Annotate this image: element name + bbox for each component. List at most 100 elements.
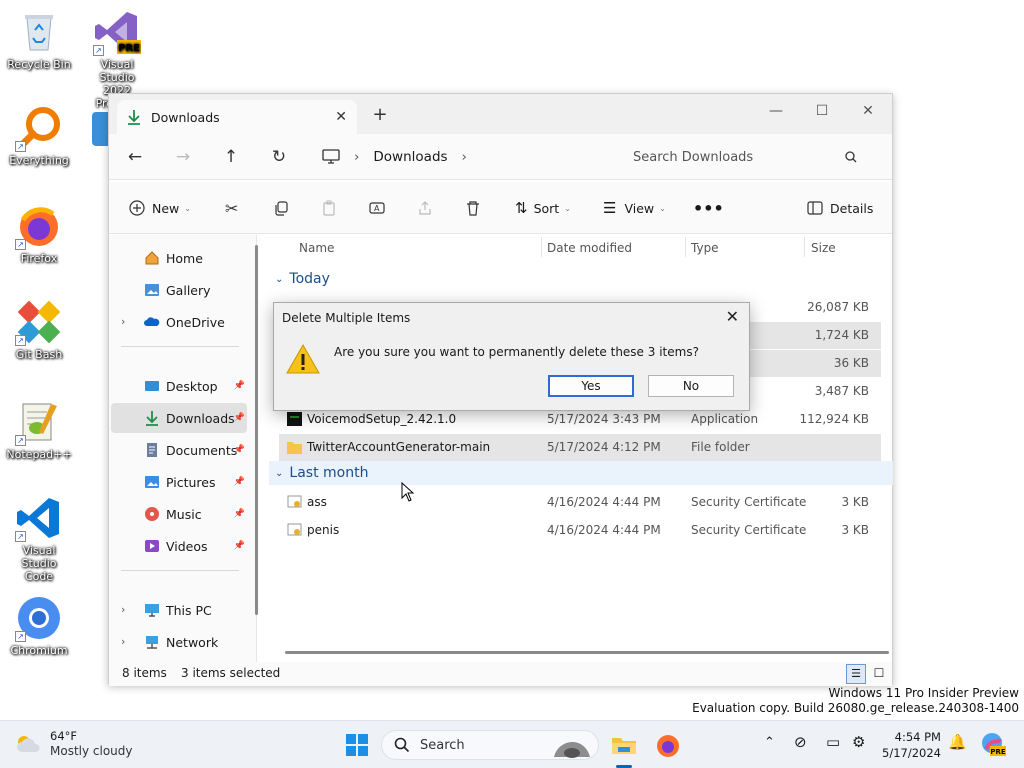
details-view-button[interactable]: ☰ xyxy=(846,664,866,684)
sidebar-item-label: Home xyxy=(166,250,203,266)
desktop-icon-vscode[interactable]: ↗ Visual Studio Code xyxy=(6,494,72,583)
tab-downloads[interactable]: Downloads ✕ xyxy=(117,100,357,134)
tiles-view-button[interactable]: ☐ xyxy=(869,664,889,684)
paste-button[interactable] xyxy=(321,194,344,222)
copilot-preview-button[interactable]: PRE xyxy=(980,731,1006,757)
sidebar-item-network[interactable]: Network xyxy=(111,627,247,657)
taskbar-search[interactable]: Search xyxy=(381,730,599,760)
no-label: No xyxy=(682,379,700,393)
show-hidden-icons-chevron-icon[interactable]: ⌃ xyxy=(764,735,775,750)
sidebar-item-music[interactable]: Music 📌 xyxy=(111,499,247,529)
details-pane-button[interactable]: Details xyxy=(807,194,873,222)
breadcrumb-chevron-icon[interactable]: › xyxy=(462,149,467,165)
sidebar-item-home[interactable]: Home xyxy=(111,243,247,273)
item-count: 8 items xyxy=(122,666,167,680)
maximize-button[interactable]: ☐ xyxy=(799,96,845,126)
address-bar[interactable]: › Downloads › xyxy=(314,141,606,173)
this-pc-icon xyxy=(322,149,340,164)
table-row[interactable]: ass 4/16/2024 4:44 PM Security Certifica… xyxy=(279,489,881,516)
cut-button[interactable]: ✂ xyxy=(225,194,238,222)
windows-watermark: Windows 11 Pro Insider Preview Evaluatio… xyxy=(692,686,1019,716)
collapse-chevron-icon: ⌄ xyxy=(275,273,284,285)
copy-button[interactable] xyxy=(273,194,296,222)
taskbar-firefox[interactable] xyxy=(652,729,684,761)
column-header-name[interactable]: Name xyxy=(299,241,334,255)
column-header-type[interactable]: Type xyxy=(691,241,719,255)
partial-desktop-icon xyxy=(92,112,108,146)
notifications-bell-icon[interactable]: 🔔 xyxy=(948,733,967,751)
close-window-button[interactable]: ✕ xyxy=(845,96,891,126)
file-name: TwitterAccountGenerator-main xyxy=(307,440,491,454)
table-row[interactable]: TwitterAccountGenerator-main 5/17/2024 4… xyxy=(279,434,881,461)
group-header-today[interactable]: ⌄ Today xyxy=(275,271,330,287)
breadcrumb[interactable]: Downloads xyxy=(373,149,447,165)
desktop-icon-notepad-plus-plus[interactable]: ↗ Notepad++ xyxy=(6,398,72,461)
start-button[interactable] xyxy=(341,729,373,761)
network-offline-icon[interactable]: ⊘ xyxy=(794,733,807,751)
rename-button[interactable]: A xyxy=(369,194,392,222)
weather-description: Mostly cloudy xyxy=(50,744,133,758)
weather-widget[interactable]: 64°F Mostly cloudy xyxy=(14,729,133,759)
desktop-icon-label: Everything xyxy=(9,154,69,167)
search-box[interactable]: Search Downloads xyxy=(617,141,877,173)
mouse-cursor-icon xyxy=(401,482,415,502)
table-row[interactable]: penis 4/16/2024 4:44 PM Security Certifi… xyxy=(279,517,881,544)
desktop-icon-chromium[interactable]: ↗ Chromium xyxy=(6,594,72,657)
desktop-icon-recycle-bin[interactable]: Recycle Bin xyxy=(6,8,72,71)
notepad-plus-plus-icon: ↗ xyxy=(15,398,63,446)
file-list: Name Date modified Type Size ⌄ Today 26,… xyxy=(269,235,893,662)
minimize-button[interactable]: — xyxy=(753,96,799,126)
sort-button[interactable]: ⇅ Sort ⌄ xyxy=(515,194,571,222)
horizontal-scrollbar[interactable] xyxy=(285,651,889,654)
sidebar-item-videos[interactable]: Videos 📌 xyxy=(111,531,247,561)
display-icon[interactable]: ▭ xyxy=(826,733,840,751)
desktop-icon-git-bash[interactable]: ↗ Git Bash xyxy=(6,298,72,361)
group-label: Today xyxy=(289,271,330,287)
back-button[interactable]: ← xyxy=(119,142,151,172)
pin-icon: 📌 xyxy=(233,477,245,487)
file-size: 36 KB xyxy=(833,356,869,370)
sidebar-item-onedrive[interactable]: OneDrive xyxy=(111,307,247,337)
column-divider[interactable] xyxy=(804,237,805,257)
more-options-button[interactable]: ••• xyxy=(693,194,724,222)
chromium-icon: ↗ xyxy=(15,594,63,642)
network-icon xyxy=(146,636,158,649)
column-divider[interactable] xyxy=(685,237,686,257)
firefox-icon: ↗ xyxy=(15,202,63,250)
desktop-icon-everything[interactable]: ↗ Everything xyxy=(6,104,72,167)
details-label: Details xyxy=(830,200,874,216)
yes-button[interactable]: Yes xyxy=(548,375,634,397)
search-input[interactable]: Search Downloads xyxy=(633,150,845,165)
file-date: 5/17/2024 4:12 PM xyxy=(547,440,661,454)
new-tab-button[interactable]: + xyxy=(367,102,393,128)
column-header-size[interactable]: Size xyxy=(811,241,836,255)
desktop-icon-firefox[interactable]: ↗ Firefox xyxy=(6,202,72,265)
sidebar-item-documents[interactable]: Documents 📌 xyxy=(111,435,247,465)
sidebar-item-downloads[interactable]: Downloads 📌 xyxy=(111,403,247,433)
dialog-close-button[interactable]: ✕ xyxy=(726,307,739,326)
delete-confirmation-dialog: Delete Multiple Items ✕ Are you sure you… xyxy=(273,302,750,411)
taskbar-file-explorer[interactable] xyxy=(608,729,640,768)
up-button[interactable]: ↑ xyxy=(215,142,247,172)
sidebar-item-desktop[interactable]: Desktop 📌 xyxy=(111,371,247,401)
file-name: ass xyxy=(307,495,327,509)
sidebar-item-pictures[interactable]: Pictures 📌 xyxy=(111,467,247,497)
column-divider[interactable] xyxy=(541,237,542,257)
settings-status-icon[interactable]: ⚙ xyxy=(852,733,865,751)
sidebar-scrollbar[interactable] xyxy=(255,245,258,615)
share-button[interactable] xyxy=(417,194,440,222)
details-pane-icon xyxy=(807,201,823,215)
new-button[interactable]: New ⌄ xyxy=(129,194,191,222)
sidebar-item-this-pc[interactable]: This PC xyxy=(111,595,247,625)
view-button[interactable]: ☰ View ⌄ xyxy=(603,194,666,222)
close-tab-icon[interactable]: ✕ xyxy=(335,109,347,125)
system-clock[interactable]: 4:54 PM 5/17/2024 xyxy=(882,729,941,761)
forward-button[interactable]: → xyxy=(167,142,199,172)
refresh-button[interactable]: ↻ xyxy=(263,142,295,172)
sort-label: Sort xyxy=(533,200,560,216)
group-header-last-month[interactable]: ⌄ Last month xyxy=(275,465,368,481)
no-button[interactable]: No xyxy=(648,375,734,397)
sidebar-item-gallery[interactable]: Gallery xyxy=(111,275,247,305)
delete-button[interactable] xyxy=(465,194,488,222)
column-header-date[interactable]: Date modified xyxy=(547,241,632,255)
